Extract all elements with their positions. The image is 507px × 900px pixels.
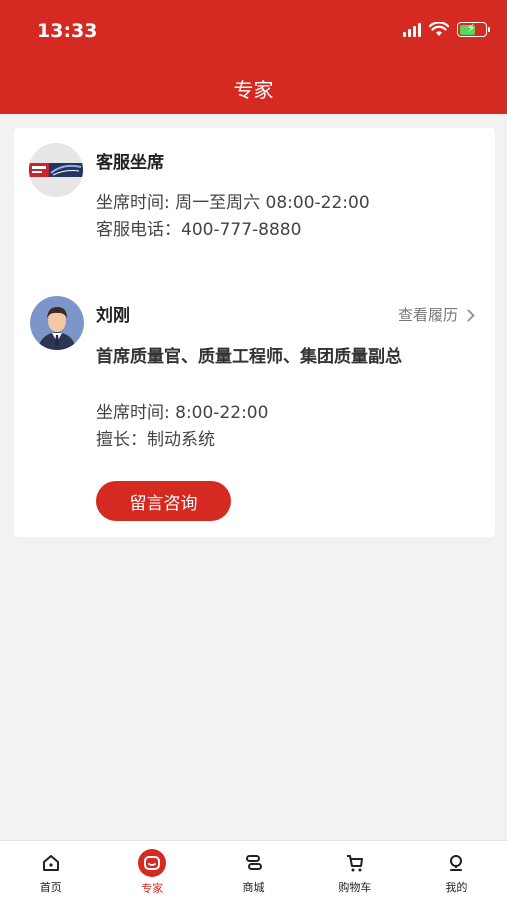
tab-expert[interactable]: 专家 bbox=[101, 841, 202, 900]
battery-charging-icon: ⚡ bbox=[457, 21, 490, 37]
app-header: 13:33 ⚡ 专家 bbox=[0, 0, 507, 114]
wifi-icon bbox=[429, 22, 449, 36]
tab-home-label: 首页 bbox=[39, 881, 62, 894]
tab-profile-label: 我的 bbox=[445, 881, 468, 894]
home-icon bbox=[38, 850, 64, 876]
page-title: 专家 bbox=[233, 78, 274, 102]
cart-icon bbox=[342, 850, 368, 876]
expert-chat-icon bbox=[138, 849, 167, 877]
service-name: 客服坐席 bbox=[96, 153, 164, 173]
profile-icon bbox=[443, 850, 469, 876]
service-logo-avatar bbox=[29, 143, 83, 197]
service-phone[interactable]: 客服电话：400-777-8880 bbox=[96, 215, 301, 240]
consult-button[interactable]: 留言咨询 bbox=[96, 481, 231, 521]
tab-shop[interactable]: 商城 bbox=[203, 841, 304, 900]
tab-cart[interactable]: 购物车 bbox=[304, 841, 405, 900]
expert-hours: 坐席时间: 8:00-22:00 bbox=[96, 403, 269, 423]
tab-home[interactable]: 首页 bbox=[0, 841, 101, 900]
shop-icon bbox=[241, 850, 267, 876]
bottom-tab-bar: 首页 专家 商城 购物车 我的 bbox=[0, 840, 507, 900]
tab-shop-label: 商城 bbox=[242, 881, 265, 894]
tab-cart-label: 购物车 bbox=[338, 881, 372, 894]
view-resume-link[interactable]: 查看履历 bbox=[397, 304, 475, 325]
tab-expert-label: 专家 bbox=[141, 882, 164, 895]
tab-profile[interactable]: 我的 bbox=[406, 841, 507, 900]
expert-list-card: 客服坐席 坐席时间: 周一至周六 08:00-22:00 客服电话：400-77… bbox=[14, 128, 495, 537]
status-time: 13:33 bbox=[37, 20, 98, 42]
view-resume-label: 查看履历 bbox=[397, 306, 458, 324]
expert-specialty: 擅长：制动系统 bbox=[96, 430, 215, 450]
expert-titles: 首席质量官、质量工程师、集团质量副总 bbox=[96, 347, 402, 367]
status-icons: ⚡ bbox=[403, 21, 490, 37]
chevron-right-icon bbox=[462, 308, 475, 322]
cellular-signal-icon bbox=[403, 22, 421, 37]
expert-avatar bbox=[30, 296, 84, 350]
service-hours: 坐席时间: 周一至周六 08:00-22:00 bbox=[96, 193, 370, 213]
expert-name: 刘刚 bbox=[96, 306, 130, 326]
